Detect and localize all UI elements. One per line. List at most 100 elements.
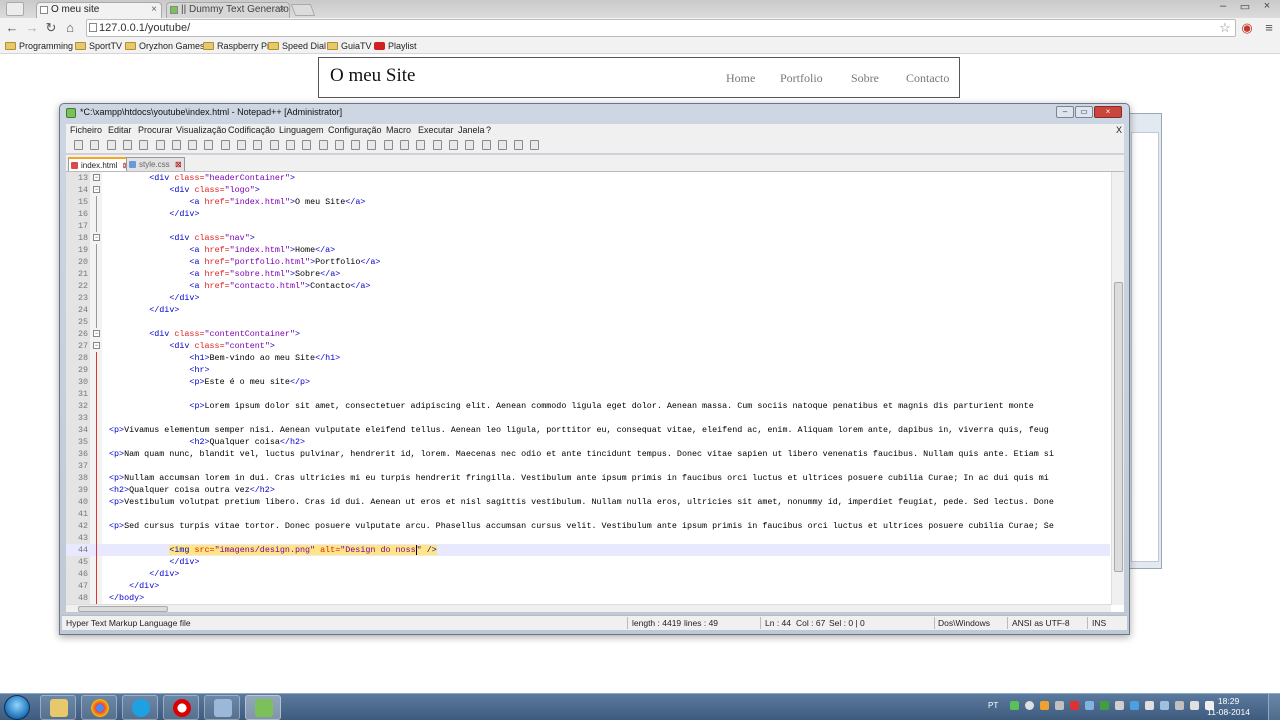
chrome-user-icon[interactable] — [6, 2, 24, 16]
record-macro-icon[interactable] — [465, 140, 475, 150]
menu-item[interactable]: Janela — [458, 125, 485, 135]
function-list-icon[interactable] — [448, 140, 458, 150]
opera-extension-icon[interactable]: ◉ — [1239, 19, 1255, 37]
maximize-icon[interactable]: ▭ — [1075, 106, 1093, 118]
code-line[interactable]: 39 <h2>Qualquer coisa outra vez</h2> — [66, 484, 1110, 496]
code-line[interactable]: 13− <div class="headerContainer"> — [66, 172, 1110, 184]
code-line[interactable]: 37 — [66, 460, 1110, 472]
copy-icon[interactable] — [204, 140, 214, 150]
bookmark-guiatv[interactable]: GuiaTV — [327, 40, 372, 52]
tab-o-meu-site[interactable]: O meu site × — [36, 2, 162, 18]
tab-close-icon[interactable]: × — [151, 3, 157, 17]
vertical-scrollbar[interactable] — [1111, 172, 1124, 605]
indent-guide-icon[interactable] — [400, 140, 409, 150]
file-tab-style-css[interactable]: style.css ⊠ — [126, 157, 185, 171]
tray-icon[interactable] — [1115, 701, 1124, 710]
bookmark-raspberry-pi[interactable]: Raspberry Pi — [203, 40, 269, 52]
show-desktop-button[interactable] — [1268, 694, 1280, 720]
taskbar-chrome[interactable] — [81, 695, 117, 720]
menu-item[interactable]: Procurar — [138, 125, 173, 135]
bookmark-playlist[interactable]: Playlist — [374, 40, 417, 52]
fold-toggle-icon[interactable]: − — [93, 186, 100, 193]
bookmark-speed-dial[interactable]: Speed Dial — [268, 40, 326, 52]
code-line[interactable]: 33 — [66, 412, 1110, 424]
tab-dummy-text-generator[interactable]: || Dummy Text Generator | × — [166, 2, 290, 18]
print-icon[interactable] — [171, 140, 181, 150]
code-line[interactable]: 24 </div> — [66, 304, 1110, 316]
udl-icon[interactable] — [416, 140, 426, 150]
reload-button[interactable]: ↻ — [43, 20, 59, 36]
scrollbar-thumb[interactable] — [78, 606, 168, 612]
code-line[interactable]: 46 </div> — [66, 568, 1110, 580]
nav-link-contacto[interactable]: Contacto — [906, 71, 949, 86]
code-line[interactable]: 44 <img src="imagens/design.png" alt="De… — [66, 544, 1110, 556]
bookmark-sporttv[interactable]: SportTV — [75, 40, 122, 52]
open-icon[interactable] — [90, 140, 100, 150]
network-icon[interactable] — [1160, 701, 1169, 710]
close-icon[interactable]: × — [1094, 106, 1122, 118]
bookmark-programming[interactable]: Programming — [5, 40, 73, 52]
code-line[interactable]: 28 <h1>Bem-vindo ao meu Site</h1> — [66, 352, 1110, 364]
taskbar-window[interactable] — [204, 695, 240, 720]
menu-item[interactable]: Codificação — [228, 125, 275, 135]
menu-item[interactable]: Macro — [386, 125, 411, 135]
maximize-icon[interactable]: ▭ — [1236, 0, 1254, 13]
taskbar-skype[interactable] — [122, 695, 158, 720]
nav-link-portfolio[interactable]: Portfolio — [780, 71, 823, 86]
fold-toggle-icon[interactable]: − — [93, 234, 100, 241]
tray-icon[interactable] — [1130, 701, 1139, 710]
tray-icon[interactable] — [1070, 701, 1079, 710]
save-all-icon[interactable] — [122, 140, 132, 150]
wrap-icon[interactable] — [367, 140, 377, 150]
tab-close-icon[interactable]: × — [279, 3, 285, 17]
horizontal-scrollbar[interactable] — [66, 604, 1111, 612]
close-icon[interactable] — [139, 140, 149, 150]
nav-link-home[interactable]: Home — [726, 71, 755, 86]
code-line[interactable]: 16 </div> — [66, 208, 1110, 220]
run-macro-icon[interactable] — [514, 140, 524, 150]
code-line[interactable]: 34 <p>Vivamus elementum semper nisi. Aene… — [66, 424, 1110, 436]
taskbar-explorer[interactable] — [40, 695, 76, 720]
minimize-icon[interactable]: – — [1056, 106, 1074, 118]
file-tab-index-html[interactable]: index.html ⊠ — [68, 157, 133, 171]
signal-icon[interactable] — [1190, 701, 1199, 710]
nav-link-sobre[interactable]: Sobre — [851, 71, 879, 86]
tray-icon[interactable] — [1025, 701, 1034, 710]
start-button[interactable] — [4, 695, 30, 720]
code-line[interactable]: 25 — [66, 316, 1110, 328]
play-macro-icon[interactable] — [497, 140, 507, 150]
address-bar[interactable]: 127.0.0.1/youtube/ — [86, 19, 1236, 37]
code-line[interactable]: 32 <p>Lorem ipsum dolor sit amet, consec… — [66, 400, 1110, 412]
tray-icon[interactable] — [1100, 701, 1109, 710]
tray-icon[interactable] — [1040, 701, 1049, 710]
code-line[interactable]: 14− <div class="logo"> — [66, 184, 1110, 196]
stop-macro-icon[interactable] — [481, 140, 491, 150]
menu-item[interactable]: Ficheiro — [70, 125, 102, 135]
home-button[interactable]: ⌂ — [62, 20, 78, 36]
flag-icon[interactable] — [1175, 701, 1184, 710]
tab-close-icon[interactable]: ⊠ — [175, 158, 182, 171]
code-line[interactable]: 45 </div> — [66, 556, 1110, 568]
fold-toggle-icon[interactable]: − — [93, 330, 100, 337]
scrollbar-thumb[interactable] — [1114, 282, 1123, 572]
code-line[interactable]: 42 <p>Sed cursus turpis vitae tortor. Don… — [66, 520, 1110, 532]
paste-icon[interactable] — [220, 140, 230, 150]
code-line[interactable]: 26− <div class="contentContainer"> — [66, 328, 1110, 340]
fold-toggle-icon[interactable]: − — [93, 174, 100, 181]
undo-icon[interactable] — [237, 140, 246, 150]
taskbar-opera[interactable] — [163, 695, 199, 720]
tray-icon[interactable] — [1085, 701, 1094, 710]
menu-item[interactable]: Visualização — [176, 125, 226, 135]
save-macro-icon[interactable] — [530, 140, 540, 150]
replace-icon[interactable] — [285, 140, 295, 150]
sync-v-icon[interactable] — [334, 140, 344, 150]
code-line[interactable]: 31 — [66, 388, 1110, 400]
code-line[interactable]: 36 <p>Nam quam nunc, blandit vel, luctus … — [66, 448, 1110, 460]
code-line[interactable]: 40 <p>Vestibulum volutpat pretium libero.… — [66, 496, 1110, 508]
code-line[interactable]: 17 — [66, 220, 1110, 232]
site-logo-link[interactable]: O meu Site — [330, 65, 416, 87]
minimize-icon[interactable]: – — [1214, 0, 1232, 12]
close-icon[interactable]: × — [1258, 0, 1276, 12]
close-all-icon[interactable] — [155, 140, 165, 150]
code-line[interactable]: 48 </body> — [66, 592, 1110, 604]
